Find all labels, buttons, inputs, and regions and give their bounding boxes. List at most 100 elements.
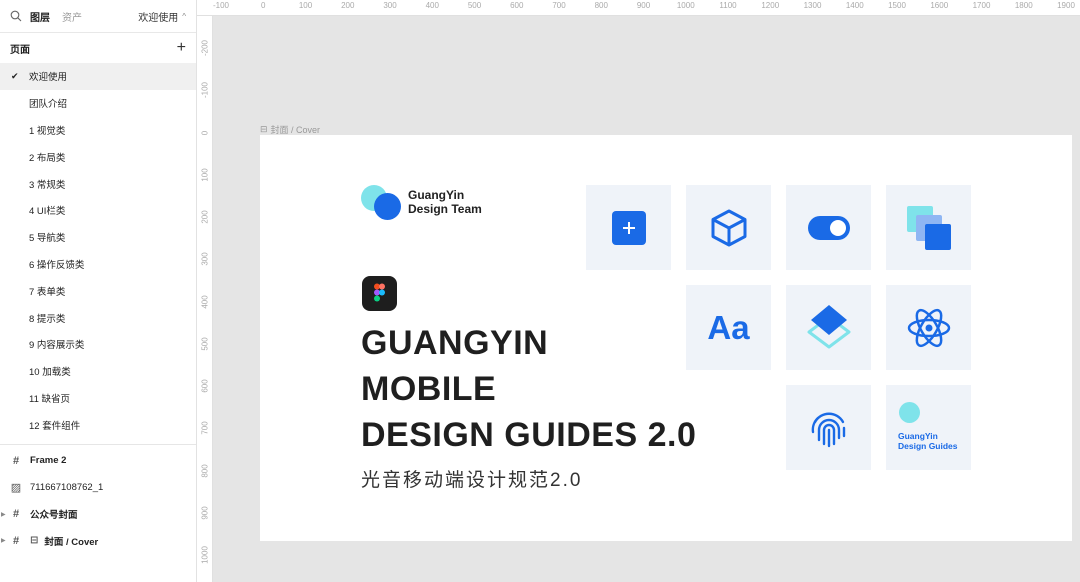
- ruler-tick-label: 900: [200, 506, 210, 520]
- subheadline: 光音移动端设计规范2.0: [361, 470, 583, 491]
- ruler-vertical: -200 -100 0 100 200 300 400 500 600 700 800 900 1000: [197, 16, 213, 582]
- expand-caret-icon[interactable]: ▶: [1, 537, 6, 544]
- ruler-tick-label: 600: [510, 1, 524, 10]
- pages-header: 页面 +: [0, 33, 196, 63]
- headline-line-3: DESIGN GUIDES 2.0: [361, 416, 697, 454]
- ruler-tick-label: 600: [200, 379, 210, 393]
- tile-layers: [886, 185, 971, 270]
- page-item[interactable]: 1 视觉类: [0, 117, 196, 144]
- layer-row[interactable]: ▶ # ⊟ 封面 / Cover: [0, 528, 196, 555]
- page-item[interactable]: 4 UI栏类: [0, 197, 196, 224]
- layer-label: 711667108762_1: [30, 481, 104, 493]
- layer-row[interactable]: ▨ 711667108762_1: [0, 474, 196, 501]
- logo-text: GuangYin Design Team: [408, 188, 482, 216]
- component-icon: ⊟: [30, 535, 39, 547]
- ruler-tick-label: 1800: [1014, 1, 1033, 10]
- pages-header-label: 页面: [10, 44, 30, 56]
- ruler-tick-label: 1200: [761, 1, 780, 10]
- layer-row[interactable]: # Frame 2: [0, 447, 196, 474]
- logo-line-1: GuangYin: [408, 188, 465, 202]
- ruler-tick-label: 1000: [200, 546, 210, 564]
- tile-toggle: [786, 185, 871, 270]
- checkmark-icon: ✔: [11, 70, 19, 81]
- headline-line-1: GUANGYIN: [361, 324, 549, 362]
- page-item-label: 6 操作反馈类: [29, 259, 85, 271]
- logo-mark-icon: [361, 185, 403, 220]
- ruler-tick-label: 200: [341, 1, 355, 10]
- search-icon[interactable]: [10, 10, 22, 22]
- tab-assets[interactable]: 资产: [62, 9, 82, 24]
- cube-icon: [711, 209, 746, 246]
- page-item-label: 11 缺省页: [29, 393, 71, 405]
- page-item[interactable]: 8 提示类: [0, 304, 196, 331]
- page-item[interactable]: 11 缺省页: [0, 385, 196, 412]
- page-item[interactable]: 12 套件组件: [0, 411, 196, 438]
- page-item[interactable]: 7 表单类: [0, 277, 196, 304]
- page-item-label: 团队介绍: [29, 99, 68, 111]
- ruler-tick-label: 500: [200, 337, 210, 351]
- ruler-tick-label: 1500: [888, 1, 906, 10]
- ruler-tick-label: 300: [200, 252, 210, 266]
- page-item-label: 3 常规类: [29, 179, 66, 191]
- figma-icon: [362, 276, 397, 311]
- tile-atom: [886, 285, 971, 370]
- ruler-tick-label: 1400: [845, 1, 864, 10]
- ruler-tick-label: 800: [200, 463, 210, 478]
- ruler-tick-label: 700: [200, 421, 210, 435]
- headline-line-2: MOBILE: [361, 370, 497, 408]
- layer-label: 封面 / Cover: [44, 536, 99, 548]
- page-item[interactable]: 10 加载类: [0, 358, 196, 385]
- ruler-tick-label: 400: [425, 1, 439, 10]
- expand-caret-icon[interactable]: ▶: [1, 511, 6, 518]
- page-item[interactable]: 9 内容展示类: [0, 331, 196, 358]
- cover-frame[interactable]: GuangYin Design Team GUANGYIN MOBILE DES…: [260, 135, 1072, 541]
- page-item[interactable]: 3 常规类: [0, 170, 196, 197]
- ruler-tick-label: 100: [200, 168, 210, 182]
- ruler-tick-label: 800: [594, 1, 608, 10]
- layer-label: 公众号封面: [30, 510, 78, 522]
- page-item[interactable]: 2 布局类: [0, 143, 196, 170]
- page-item[interactable]: 5 导航类: [0, 224, 196, 251]
- page-item-label: 欢迎使用: [29, 72, 68, 84]
- frame-icon: ⊟: [260, 124, 268, 134]
- atom-icon: [907, 308, 950, 347]
- ruler-tick-label: 1300: [803, 1, 822, 10]
- add-page-icon[interactable]: +: [177, 40, 186, 56]
- frame-icon: #: [12, 454, 20, 467]
- ruler-tick-label: 200: [200, 210, 210, 224]
- layers-sidebar: 图层 资产 欢迎使用 ^ 页面 + ✔ 欢迎使用团队介绍 1 视觉类 2 布局类 3 常…: [0, 0, 197, 582]
- page-item-label: 9 内容展示类: [29, 340, 85, 352]
- ruler-tick-label: 0: [261, 1, 266, 10]
- page-item-label: 4 UI栏类: [29, 206, 66, 218]
- page-item[interactable]: 6 操作反馈类: [0, 251, 196, 278]
- tab-layers[interactable]: 图层: [30, 9, 50, 24]
- page-item-label: 1 视觉类: [29, 125, 66, 137]
- page-selector-label: 欢迎使用: [138, 12, 179, 24]
- layer-row[interactable]: ▶ # 公众号封面: [0, 501, 196, 528]
- ruler-tick-label: 300: [383, 1, 397, 10]
- ruler-tick-label: 0: [200, 130, 210, 135]
- ruler-tick-label: 500: [467, 1, 482, 10]
- image-icon: ▨: [10, 481, 22, 494]
- guides-line-2: Design Guides: [898, 441, 958, 451]
- page-item-label: 7 表单类: [29, 286, 66, 298]
- ruler-tick-label: 900: [636, 1, 651, 10]
- page-item[interactable]: 团队介绍: [0, 90, 196, 117]
- chevron-up-icon: ^: [182, 11, 186, 21]
- ruler-tick-label: 400: [200, 294, 210, 309]
- fingerprint-icon: [811, 412, 845, 447]
- guides-line-1: GuangYin: [898, 431, 938, 441]
- page-list: ✔ 欢迎使用团队介绍 1 视觉类 2 布局类 3 常规类 4 UI栏类 5 导航类 6 操作反…: [0, 63, 196, 438]
- frame-icon: #: [12, 508, 20, 521]
- toggle-icon: [807, 215, 850, 240]
- logo-line-2: Design Team: [408, 202, 482, 216]
- ruler-tick-label: -100: [212, 1, 230, 10]
- ruler-tick-label: 1100: [719, 1, 737, 10]
- stacked-squares-icon: [906, 205, 951, 250]
- layer-label: Frame 2: [30, 455, 67, 467]
- divider: [0, 444, 196, 446]
- page-selector[interactable]: 欢迎使用 ^: [138, 9, 186, 24]
- sidebar-top-bar: 图层 资产 欢迎使用 ^: [0, 0, 196, 33]
- team-logo: GuangYin Design Team: [361, 185, 482, 220]
- page-item[interactable]: ✔ 欢迎使用: [0, 63, 196, 90]
